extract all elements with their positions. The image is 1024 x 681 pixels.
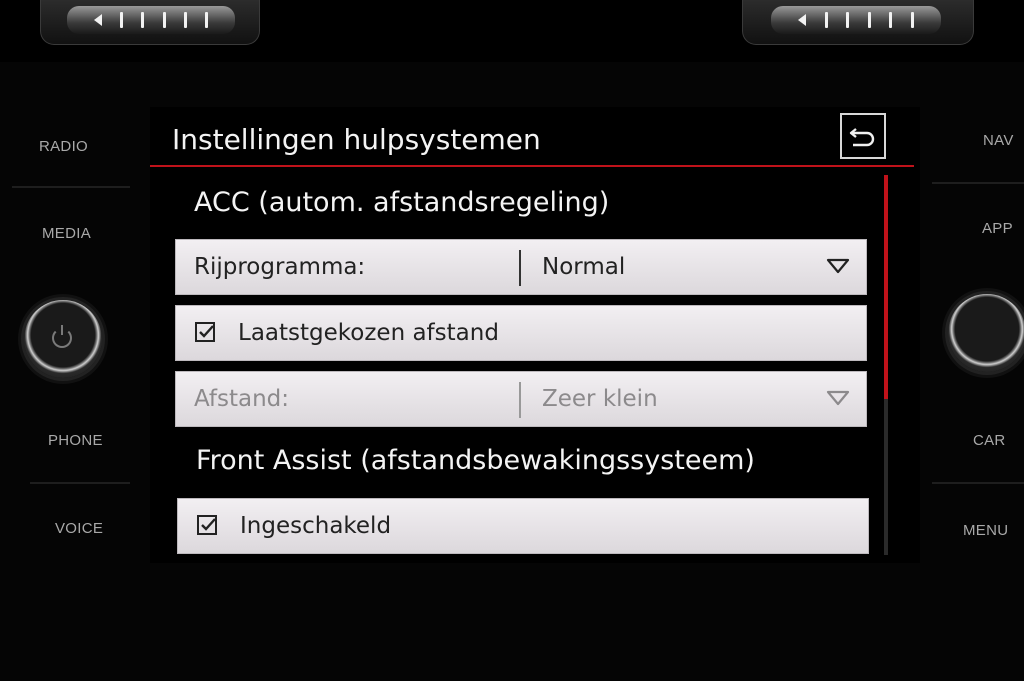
scrollbar-thumb[interactable] <box>884 175 888 399</box>
triangle-down-icon <box>826 258 850 274</box>
divider <box>519 250 521 286</box>
divider <box>932 482 1024 484</box>
checkbox-checked-icon <box>197 515 217 535</box>
right-air-vent <box>742 0 974 45</box>
distance-value: Zeer klein <box>542 386 658 412</box>
voice-button[interactable]: VOICE <box>55 520 103 537</box>
vent-arrow-icon <box>94 14 103 26</box>
distance-label: Afstand: <box>194 386 290 412</box>
scrollbar[interactable] <box>884 175 888 555</box>
radio-button[interactable]: RADIO <box>39 138 88 155</box>
front-assist-enabled-label: Ingeschakeld <box>240 513 392 539</box>
app-button[interactable]: APP <box>982 220 1013 237</box>
divider <box>12 186 130 188</box>
car-button[interactable]: CAR <box>973 432 1006 449</box>
power-icon <box>52 325 72 348</box>
distance-select: Afstand: Zeer klein <box>175 371 867 427</box>
back-arrow-icon <box>849 128 875 147</box>
drive-program-label: Rijprogramma: <box>194 254 366 280</box>
page-title: Instellingen hulpsystemen <box>172 123 541 156</box>
title-underline <box>150 165 914 167</box>
drive-program-value: Normal <box>542 254 626 280</box>
divider <box>932 182 1024 184</box>
nav-button[interactable]: NAV <box>983 132 1014 149</box>
divider <box>30 482 130 484</box>
menu-button[interactable]: MENU <box>963 522 1008 539</box>
divider <box>519 382 521 418</box>
tune-scroll-knob[interactable] <box>948 294 1024 372</box>
last-distance-checkbox[interactable]: Laatstgekozen afstand <box>175 305 867 361</box>
section-heading-acc: ACC (autom. afstandsregeling) <box>194 187 610 218</box>
vent-arrow-icon <box>798 14 807 26</box>
volume-power-knob[interactable] <box>24 300 102 378</box>
phone-button[interactable]: PHONE <box>48 432 103 449</box>
drive-program-select[interactable]: Rijprogramma: Normal <box>175 239 867 295</box>
front-assist-enabled-checkbox[interactable]: Ingeschakeld <box>177 498 869 554</box>
checkbox-checked-icon <box>195 322 215 342</box>
last-distance-label: Laatstgekozen afstand <box>238 320 499 346</box>
media-button[interactable]: MEDIA <box>42 225 91 242</box>
left-air-vent <box>40 0 260 45</box>
back-button[interactable] <box>840 113 886 159</box>
triangle-down-icon <box>826 390 850 406</box>
touch-screen: Instellingen hulpsystemen ACC (autom. af… <box>150 107 920 563</box>
section-heading-front-assist: Front Assist (afstandsbewakingssysteem) <box>196 445 755 476</box>
